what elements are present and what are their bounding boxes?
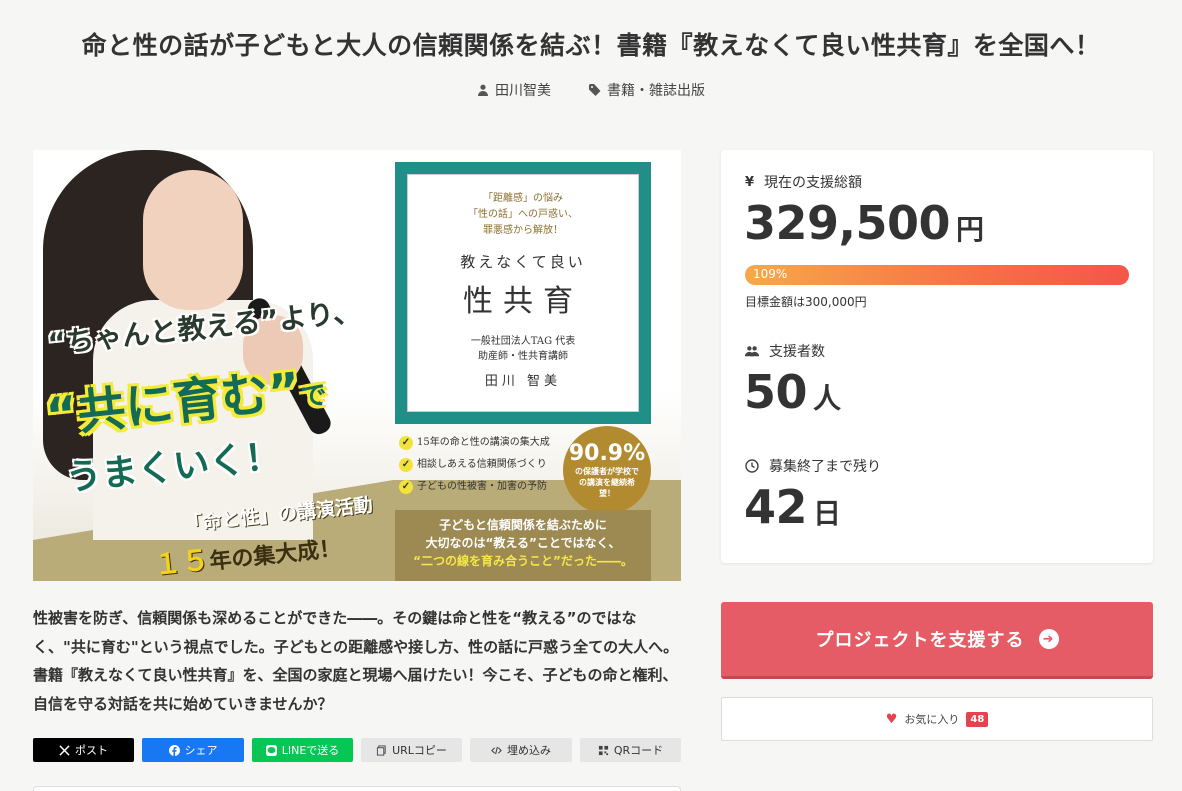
- goal-amount: 目標金額は300,000円: [745, 295, 867, 309]
- check-icon: ✓: [399, 436, 413, 450]
- book-title-line1: 教えなくて良い: [460, 253, 586, 271]
- author-name: 田川智美: [495, 83, 551, 99]
- remaining-days: 42 日: [744, 480, 841, 534]
- category-name: 書籍・雑誌出版: [607, 83, 705, 99]
- favorite-count-badge: 48: [966, 711, 989, 727]
- funding-stats-card: ¥ 現在の支援総額 329,500 円 109% 目標金額は300,000円 支援…: [721, 150, 1153, 563]
- arrow-right-icon: ➜: [1038, 629, 1059, 649]
- copy-icon: [376, 744, 386, 756]
- qr-code-button[interactable]: QRコード: [580, 738, 681, 762]
- embed-button[interactable]: 埋め込み: [470, 738, 572, 762]
- facebook-icon: [168, 744, 180, 756]
- favorite-button[interactable]: ♥ お気に入り 48: [721, 697, 1153, 741]
- tag-icon: [589, 84, 601, 96]
- next-section-edge: [33, 786, 681, 791]
- total-amount: 329,500 円: [744, 196, 984, 250]
- funding-progress-bar: 109%: [745, 265, 1129, 285]
- project-description: 性被害を防ぎ、信頼関係も深めることができた――。その鍵は命と性を“教える”のでは…: [33, 609, 679, 713]
- copy-url-button[interactable]: URLコピー: [361, 738, 462, 762]
- support-project-button[interactable]: プロジェクトを支援する ➜: [721, 602, 1153, 679]
- users-icon: [745, 346, 759, 357]
- qr-icon: [598, 745, 608, 755]
- category-link[interactable]: 書籍・雑誌出版: [589, 80, 705, 100]
- backers-count: 50 人: [744, 365, 841, 419]
- line-icon: [265, 744, 277, 756]
- share-x-button[interactable]: ポスト: [33, 738, 134, 762]
- project-hero-image: “ちゃんと教える”より、 “共に育む”で うまくいく！ 「命と性」の講演活動 １…: [33, 150, 681, 581]
- book-cover: 「距離感」の悩み 「性の話」への戸惑い、 罪悪感から解放！ 教えなくて良い 性共…: [395, 162, 651, 424]
- backers-label: 支援者数: [745, 341, 825, 361]
- page-title: 命と性の話が子どもと大人の信頼関係を結ぶ！書籍『教えなくて良い性共育』を全国へ！: [81, 31, 1101, 60]
- share-facebook-button[interactable]: シェア: [142, 738, 244, 762]
- remaining-label: 募集終了まで残り: [745, 456, 881, 476]
- code-icon: [491, 746, 502, 754]
- heart-icon: ♥: [885, 711, 898, 727]
- project-meta: 田川智美 書籍・雑誌出版: [0, 80, 1182, 100]
- x-logo-icon: [59, 744, 70, 756]
- user-icon: [478, 84, 488, 96]
- stat-badge: 90.9% の保護者が学校での講演を継続希望！: [563, 426, 651, 514]
- share-line-button[interactable]: LINEで送る: [252, 738, 353, 762]
- check-icon: ✓: [399, 480, 413, 494]
- clock-icon: [745, 459, 759, 473]
- book-author: 田川 智美: [484, 374, 562, 389]
- book-title-line2: 性共育: [463, 284, 583, 319]
- yen-icon: ¥: [745, 174, 755, 190]
- check-icon: ✓: [399, 458, 413, 472]
- total-label: ¥ 現在の支援総額: [745, 174, 863, 192]
- hero-bottom-message: 子どもと信頼関係を結ぶために 大切なのは“教える”ことではなく、 “二つの線を育…: [395, 510, 651, 581]
- feature-checklist: ✓ 15年の命と性の講演の集大成 ✓ 相談しあえる信頼関係づくり ✓ 子どもの性被害・…: [399, 432, 550, 498]
- author-link[interactable]: 田川智美: [477, 80, 551, 100]
